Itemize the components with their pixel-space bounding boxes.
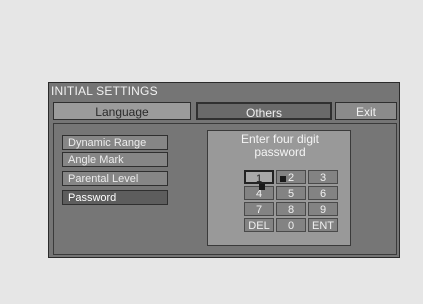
key-0[interactable]: 0 (276, 218, 306, 232)
password-prompt-line2: password (254, 145, 306, 159)
cursor-marker-icon (259, 184, 265, 190)
tab-language[interactable]: Language (53, 102, 191, 120)
numeric-keypad: 1 2 3 4 5 6 7 8 9 DEL 0 ENT (244, 170, 344, 232)
panel-title: INITIAL SETTINGS (51, 84, 158, 98)
password-prompt: Enter four digit password (208, 133, 352, 159)
key-delete[interactable]: DEL (244, 218, 274, 232)
tab-exit[interactable]: Exit (335, 102, 397, 120)
key-enter[interactable]: ENT (308, 218, 338, 232)
password-entry-panel: Enter four digit password 1 2 3 4 5 6 7 … (207, 130, 351, 246)
tab-others[interactable]: Others (196, 102, 332, 120)
key-7[interactable]: 7 (244, 202, 274, 216)
initial-settings-panel: INITIAL SETTINGS Language Others Exit Dy… (48, 82, 400, 258)
key-6[interactable]: 6 (308, 186, 338, 200)
key-5[interactable]: 5 (276, 186, 306, 200)
menu-item-password[interactable]: Password (62, 190, 168, 205)
key-1[interactable]: 1 (244, 170, 274, 185)
key-9[interactable]: 9 (308, 202, 338, 216)
cursor-marker-icon (280, 176, 286, 182)
key-3[interactable]: 3 (308, 170, 338, 184)
menu-item-parental-level[interactable]: Parental Level (62, 171, 168, 186)
menu-item-dynamic-range[interactable]: Dynamic Range (62, 135, 168, 150)
key-8[interactable]: 8 (276, 202, 306, 216)
menu-item-angle-mark[interactable]: Angle Mark (62, 152, 168, 167)
